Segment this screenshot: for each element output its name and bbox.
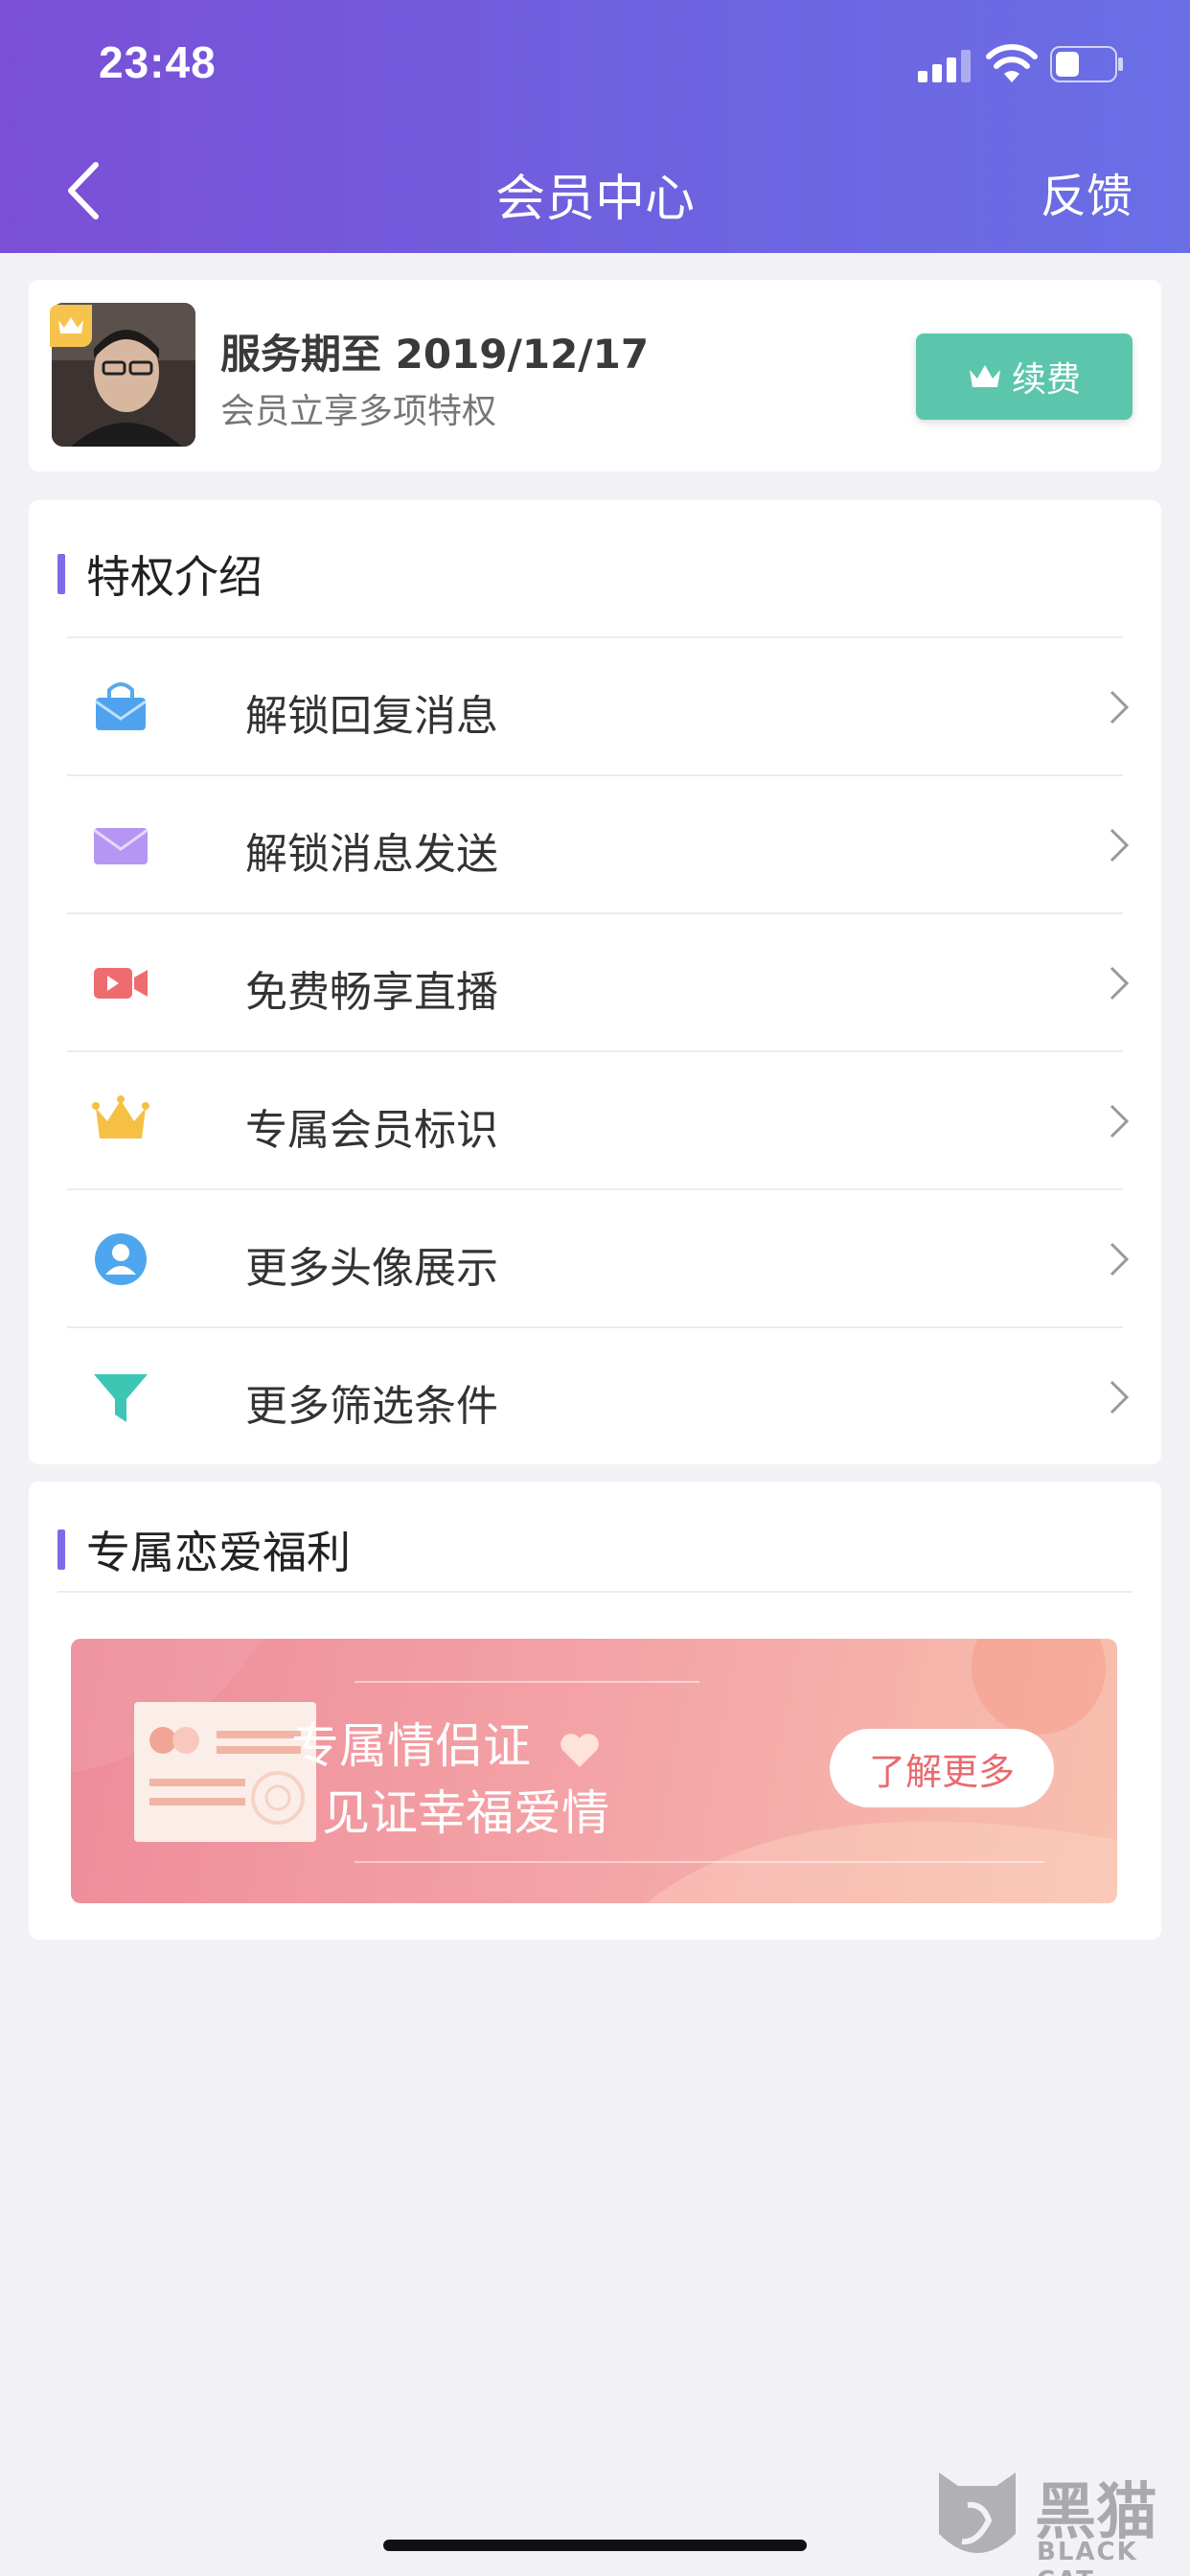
list-item[interactable]: 解锁消息发送 [67, 774, 1130, 912]
filter-icon [94, 1374, 148, 1422]
chevron-right-icon [1110, 1242, 1130, 1276]
renew-button[interactable]: 续费 [916, 334, 1133, 420]
page-title: 会员中心 [494, 171, 695, 228]
couple-certificate-banner[interactable]: 专属情侣证 见证幸福爱情 了解更多 [71, 1639, 1117, 1903]
renew-label: 续费 [1011, 360, 1081, 400]
service-expiry: 服务期至 2019/12/17 [220, 331, 650, 378]
list-item[interactable]: 解锁回复消息 [67, 636, 1130, 774]
list-item-label: 免费畅享直播 [245, 968, 498, 1017]
feedback-button[interactable]: 反馈 [1041, 158, 1133, 225]
envelope-icon [93, 828, 149, 864]
banner-line1: 专属情侣证 [291, 1708, 602, 1777]
watermark: 黑猫 BLACK CAT [929, 2463, 1190, 2576]
banner-line [355, 1861, 1044, 1863]
list-item[interactable]: 专属会员标识 [67, 1050, 1130, 1188]
learn-more-button[interactable]: 了解更多 [830, 1729, 1054, 1807]
mail-open-icon [95, 682, 147, 730]
list-item-label: 解锁消息发送 [245, 830, 498, 879]
watermark-en: BLACK CAT [1037, 2538, 1138, 2576]
chevron-right-icon [1110, 966, 1130, 1000]
membership-card: 服务期至 2019/12/17 会员立享多项特权 续费 [29, 280, 1161, 472]
privileges-section: 特权介绍 解锁回复消息 解锁消息发送 免费畅享直播 专属会员标识 更多头像展示 … [29, 500, 1161, 1464]
list-item-label: 更多筛选条件 [245, 1382, 498, 1431]
crown-icon [92, 1095, 149, 1138]
chevron-right-icon [1110, 1104, 1130, 1138]
video-camera-icon [94, 968, 148, 999]
list-item-label: 解锁回复消息 [245, 692, 498, 741]
header: 23:48 会员中心 反馈 [0, 0, 1190, 253]
member-subtitle: 会员立享多项特权 [220, 392, 497, 431]
banner-line2: 见证幸福爱情 [322, 1785, 609, 1841]
status-time: 23:48 [99, 37, 217, 87]
section-heading: 专属恋爱福利 [57, 1518, 351, 1581]
list-item[interactable]: 更多头像展示 [67, 1188, 1130, 1326]
section-heading: 特权介绍 [57, 542, 263, 606]
user-avatar-icon [95, 1233, 147, 1285]
banner-line [355, 1681, 699, 1683]
privileges-heading: 特权介绍 [86, 551, 263, 603]
divider [57, 1591, 1133, 1593]
heading-accent-bar [57, 554, 65, 594]
chevron-right-icon [1110, 690, 1130, 724]
battery-icon [1050, 46, 1123, 82]
heart-icon [561, 1733, 599, 1767]
crown-icon [969, 365, 1000, 387]
chevron-right-icon [1110, 828, 1130, 862]
heading-accent-bar [57, 1530, 65, 1570]
banner-title: 专属情侣证 [291, 1718, 531, 1774]
black-cat-logo-icon [939, 2472, 1016, 2553]
love-benefits-section: 专属恋爱福利 专属情侣证 见证幸福爱情 了解更多 [29, 1482, 1161, 1940]
list-item[interactable]: 免费畅享直播 [67, 912, 1130, 1050]
chevron-right-icon [1110, 1380, 1130, 1414]
vip-badge-icon [50, 305, 92, 347]
cellular-signal-icon [918, 50, 971, 82]
list-item[interactable]: 更多筛选条件 [67, 1326, 1130, 1464]
certificate-illustration [134, 1702, 316, 1842]
nav-bar: 会员中心 反馈 [0, 134, 1190, 253]
privileges-list: 解锁回复消息 解锁消息发送 免费畅享直播 专属会员标识 更多头像展示 更多筛选条… [67, 636, 1130, 1464]
love-heading: 专属恋爱福利 [86, 1527, 351, 1578]
home-indicator[interactable] [383, 2540, 807, 2551]
wifi-icon [986, 44, 1038, 82]
status-bar: 23:48 [0, 0, 1190, 134]
list-item-label: 专属会员标识 [245, 1106, 498, 1155]
list-item-label: 更多头像展示 [245, 1244, 498, 1293]
